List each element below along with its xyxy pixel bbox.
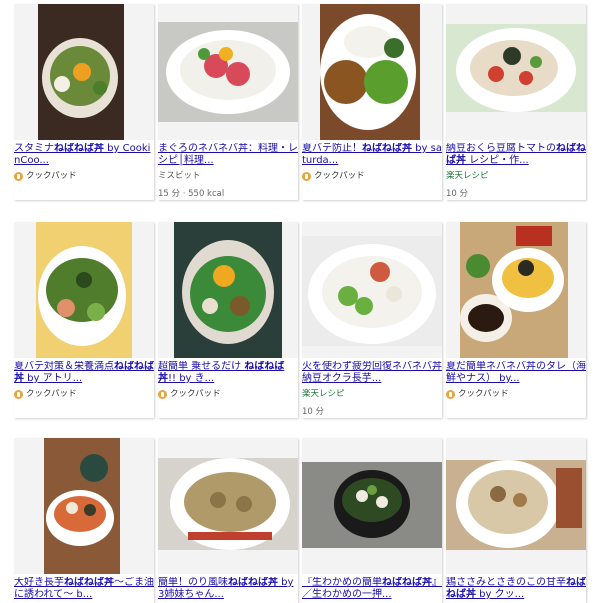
recipe-card[interactable]: 夏バテ防止！ねばねば丼 by saturda... クックパッド	[302, 4, 442, 200]
cookpad-icon	[302, 171, 311, 181]
recipe-thumbnail[interactable]	[158, 438, 298, 574]
image-results-grid: スタミナねばねば丼 by CookinCoo... クックパッド まぐろのネバネ…	[0, 0, 600, 603]
recipe-card[interactable]: 納豆おくら豆腐トマトのねばねば丼 レシピ・作... 楽天レシピ 10 分	[446, 4, 586, 200]
recipe-thumbnail[interactable]	[446, 438, 586, 574]
bowl-photo	[38, 4, 124, 140]
cookpad-icon	[446, 389, 455, 399]
recipe-card[interactable]: 火を使わず疲労回復ネバネバ丼 納豆オクラ長芋... 楽天レシピ 10 分	[302, 222, 442, 418]
recipe-title-link[interactable]: 簡単！のり風味ねばねば丼 by 3姉妹ちゃん...	[158, 577, 298, 601]
recipe-title-link[interactable]: 夏だ簡単ネバネバ丼のタレ（海鮮やナス） by...	[446, 361, 586, 385]
cookpad-icon	[14, 171, 23, 181]
recipe-title-link[interactable]: 『生わかめの簡単ねばねば丼』／生わかめの一押...	[302, 577, 442, 601]
recipe-title-link[interactable]: 大好き長芋ねばねば丼〜ごま油に誘われて〜 b...	[14, 577, 154, 601]
recipe-title-link[interactable]: 夏バテ防止！ねばねば丼 by saturda...	[302, 143, 442, 167]
recipe-meta: 10 分	[446, 189, 469, 199]
recipe-card[interactable]: まぐろのネバネバ丼：料理・レシピ│料理... ミスビット 15 分 · 550 …	[158, 4, 298, 200]
recipe-title-link[interactable]: 超簡単 乗せるだけ ねばねば丼!! by き...	[158, 361, 298, 385]
bowl-photo	[320, 4, 420, 140]
recipe-thumbnail[interactable]	[158, 222, 298, 358]
recipe-title-link[interactable]: まぐろのネバネバ丼：料理・レシピ│料理...	[158, 143, 298, 167]
bowl-photo	[302, 462, 442, 548]
recipe-title-link[interactable]: スタミナねばねば丼 by CookinCoo...	[14, 143, 154, 167]
recipe-thumbnail[interactable]	[14, 4, 154, 140]
recipe-title-link[interactable]: 鶏ささみとさきのこの甘辛ねばねば丼 by クッ...	[446, 577, 586, 601]
recipe-thumbnail[interactable]	[14, 222, 154, 358]
bowl-photo	[36, 222, 132, 358]
recipe-source: 楽天レシピ	[302, 389, 345, 399]
cookpad-icon	[14, 389, 23, 399]
recipe-source: クックパッド	[14, 171, 154, 181]
recipe-thumbnail[interactable]	[158, 4, 298, 140]
recipe-source: クックパッド	[158, 389, 298, 399]
cookpad-icon	[158, 389, 167, 399]
recipe-card[interactable]: 超簡単 乗せるだけ ねばねば丼!! by き... クックパッド	[158, 222, 298, 418]
recipe-card[interactable]: 『生わかめの簡単ねばねば丼』／生わかめの一押...	[302, 438, 442, 603]
recipe-source: クックパッド	[14, 389, 154, 399]
recipe-title-link[interactable]: 夏バテ対策＆栄養満点ねばねば丼 by アトリ...	[14, 361, 154, 385]
recipe-title-link[interactable]: 火を使わず疲労回復ネバネバ丼 納豆オクラ長芋...	[302, 361, 442, 385]
recipe-card[interactable]: 夏だ簡単ネバネバ丼のタレ（海鮮やナス） by... クックパッド	[446, 222, 586, 418]
recipe-thumbnail[interactable]	[302, 4, 442, 140]
recipe-card[interactable]: 夏バテ対策＆栄養満点ねばねば丼 by アトリ... クックパッド	[14, 222, 154, 418]
recipe-thumbnail[interactable]	[446, 222, 586, 358]
recipe-thumbnail[interactable]	[446, 4, 586, 140]
recipe-thumbnail[interactable]	[302, 438, 442, 574]
recipe-source: クックパッド	[302, 171, 442, 181]
recipe-thumbnail[interactable]	[14, 438, 154, 574]
bowl-photo	[44, 438, 120, 574]
bowl-photo	[158, 458, 298, 550]
recipe-source: 楽天レシピ	[446, 171, 489, 181]
recipe-meta: 15 分 · 550 kcal	[158, 189, 225, 199]
bowl-photo	[302, 236, 442, 346]
bowl-photo	[460, 222, 568, 358]
bowl-photo	[446, 24, 586, 112]
recipe-source: クックパッド	[446, 389, 586, 399]
recipe-source: ミスビット	[158, 171, 201, 181]
recipe-card[interactable]: 大好き長芋ねばねば丼〜ごま油に誘われて〜 b...	[14, 438, 154, 603]
bowl-photo	[174, 222, 282, 358]
recipe-title-link[interactable]: 納豆おくら豆腐トマトのねばねば丼 レシピ・作...	[446, 143, 586, 167]
bowl-photo	[446, 460, 586, 550]
recipe-card[interactable]: 簡単！のり風味ねばねば丼 by 3姉妹ちゃん...	[158, 438, 298, 603]
recipe-card[interactable]: 鶏ささみとさきのこの甘辛ねばねば丼 by クッ...	[446, 438, 586, 603]
bowl-photo	[158, 22, 298, 122]
recipe-card[interactable]: スタミナねばねば丼 by CookinCoo... クックパッド	[14, 4, 154, 200]
recipe-meta: 10 分	[302, 407, 325, 417]
recipe-thumbnail[interactable]	[302, 222, 442, 358]
